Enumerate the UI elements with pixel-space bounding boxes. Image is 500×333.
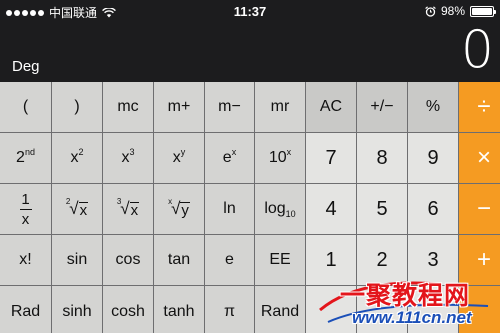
exp-label: e [222,149,232,166]
digit-8-button[interactable]: 8 [357,133,407,183]
root-argument: y [180,202,190,219]
natural-log-button[interactable]: ln [205,184,254,234]
root-index: 2 [65,197,71,206]
battery-icon [470,5,496,17]
calculator-display: Deg 0 [0,20,500,82]
nth-root-label: x √ y [168,197,190,219]
cosh-button[interactable]: cosh [103,286,153,333]
cube-label: x [121,149,130,166]
hidden-key[interactable] [408,286,458,333]
tan-button[interactable]: tan [154,235,204,285]
digit-1-button[interactable]: 1 [306,235,356,285]
square-root-label: 2 √ x [65,197,89,219]
divide-button[interactable]: ÷ [459,82,500,132]
ee-button[interactable]: EE [255,235,305,285]
log-sub: 10 [285,208,296,219]
log10-button[interactable]: log 10 [255,184,305,234]
cube-root-label: 3 √ x [116,197,140,219]
radical-icon: √ [69,199,79,218]
status-bar: 中国联通 11:37 98% [0,0,500,22]
digit-9-button[interactable]: 9 [408,133,458,183]
memory-recall-button[interactable]: mr [255,82,305,132]
ten-power-label: 10 [268,149,287,166]
sinh-button[interactable]: sinh [52,286,102,333]
subtract-button[interactable]: − [459,184,500,234]
all-clear-button[interactable]: AC [306,82,356,132]
root-argument: x [78,202,89,219]
exp-sup: x [231,146,237,157]
ten-power-sup: x [286,146,292,157]
root-argument: x [129,202,140,219]
second-sup: nd [24,146,35,157]
digit-2-button[interactable]: 2 [357,235,407,285]
sign-toggle-button[interactable]: +/− [357,82,407,132]
reciprocal-button[interactable]: 1 x [0,184,51,234]
open-paren-button[interactable]: ( [0,82,51,132]
equals-button[interactable] [459,286,500,333]
square-label: x [70,149,79,166]
cube-button[interactable]: x3 [103,133,153,183]
digit-3-button[interactable]: 3 [408,235,458,285]
ten-power-button[interactable]: 10 x [255,133,305,183]
power-sup: y [180,146,186,157]
add-button[interactable]: + [459,235,500,285]
close-paren-button[interactable]: ) [52,82,102,132]
exp-button[interactable]: ex [205,133,254,183]
reciprocal-denominator: x [21,210,30,228]
alarm-clock-icon [425,5,436,17]
power-label: x [172,149,181,166]
log-label: log [264,200,286,217]
factorial-button[interactable]: x! [0,235,51,285]
nth-root-button[interactable]: x √ y [154,184,204,234]
digit-6-button[interactable]: 6 [408,184,458,234]
tanh-button[interactable]: tanh [154,286,204,333]
second-label: 2 [16,149,25,166]
radians-button[interactable]: Rad [0,286,51,333]
reciprocal-fraction: 1 x [19,190,32,228]
angle-mode-label: Deg [12,58,40,75]
radical-icon: √ [171,199,181,218]
second-function-button[interactable]: 2nd [0,133,51,183]
memory-add-button[interactable]: m+ [154,82,204,132]
sin-button[interactable]: sin [52,235,102,285]
digit-5-button[interactable]: 5 [357,184,407,234]
result-value: 0 [460,20,494,80]
power-button[interactable]: xy [154,133,204,183]
battery-fill [472,7,492,15]
fraction-bar [19,208,32,210]
square-root-button[interactable]: 2 √ x [52,184,102,234]
decimal-button[interactable] [357,286,407,333]
multiply-button[interactable]: × [459,133,500,183]
memory-subtract-button[interactable]: m− [205,82,254,132]
status-right: 98% [425,4,496,18]
square-sup: 2 [78,146,84,157]
cos-button[interactable]: cos [103,235,153,285]
radical-icon: √ [120,199,130,218]
digit-7-button[interactable]: 7 [306,133,356,183]
euler-button[interactable]: e [205,235,254,285]
root-index: 3 [116,197,122,206]
root-index: x [168,197,173,206]
battery-percentage: 98% [440,4,465,18]
cube-root-button[interactable]: 3 √ x [103,184,153,234]
percent-button[interactable]: % [408,82,458,132]
keypad: ( ) mc m+ m− mr AC +/− % ÷ 2nd x2 x3 xy … [0,82,500,333]
cube-sup: 3 [129,146,135,157]
random-button[interactable]: Rand [255,286,305,333]
memory-clear-button[interactable]: mc [103,82,153,132]
digit-4-button[interactable]: 4 [306,184,356,234]
square-button[interactable]: x2 [52,133,102,183]
digit-0-button[interactable] [306,286,356,333]
reciprocal-numerator: 1 [21,190,30,208]
pi-button[interactable]: π [205,286,254,333]
